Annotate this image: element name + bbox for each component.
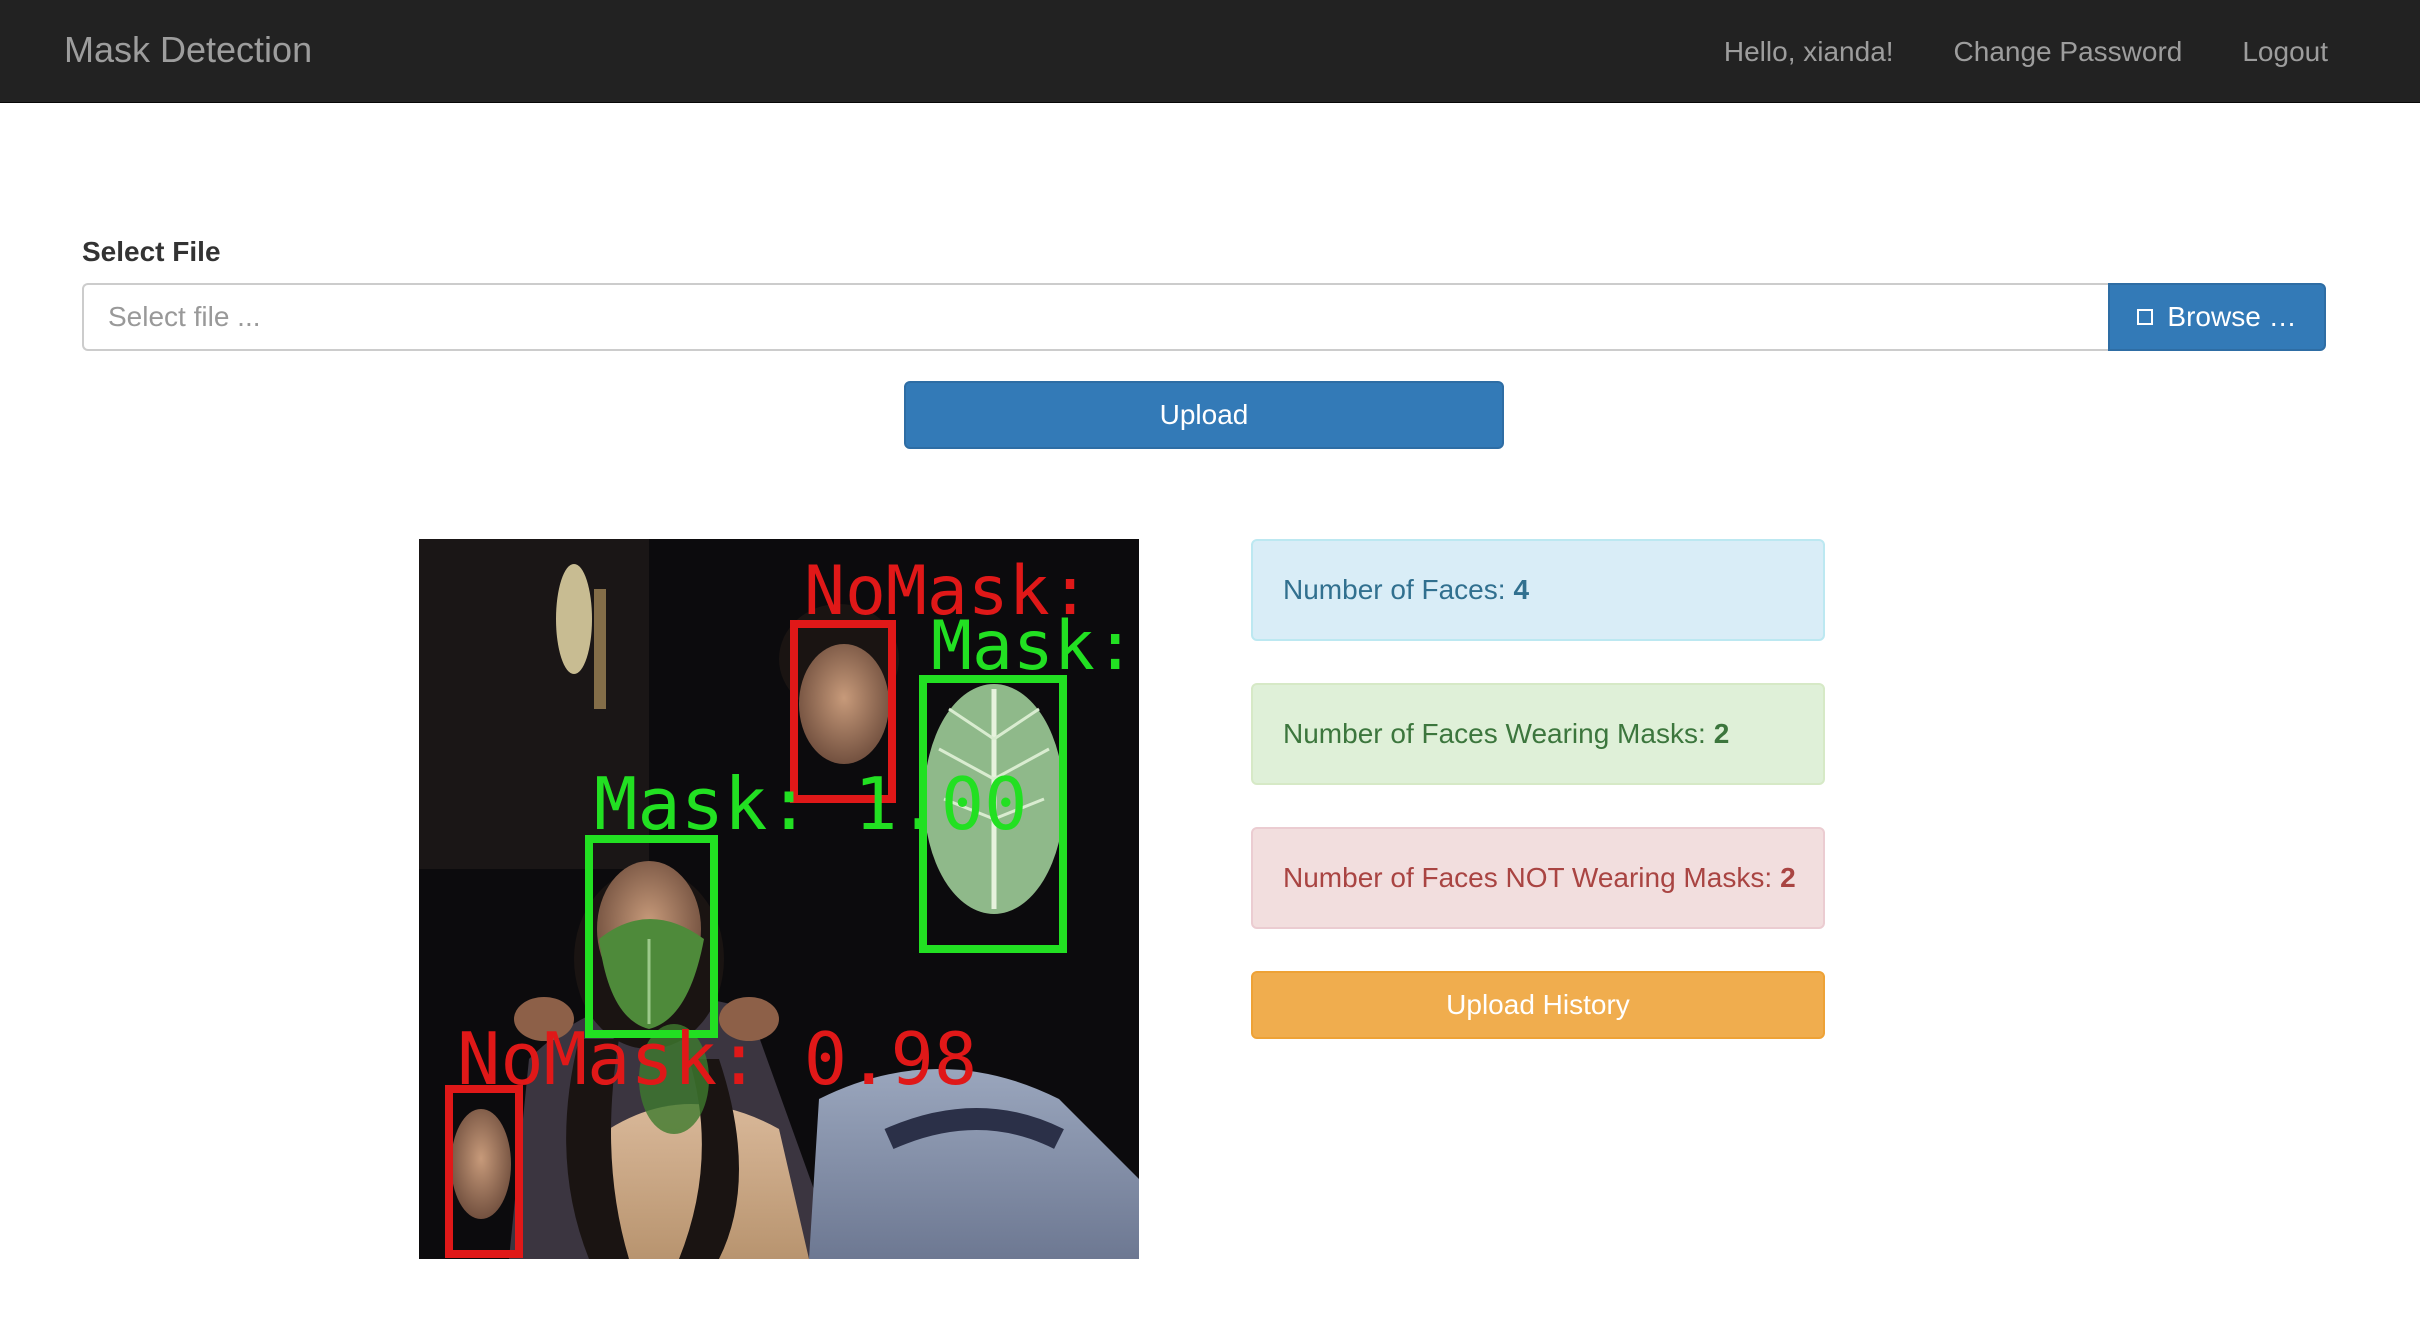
- mask-count-label: Number of Faces Wearing Masks:: [1283, 718, 1706, 749]
- detection-photo: NoMask: Mask: Mask: 1.00 NoMask: 0.98: [419, 539, 1139, 1259]
- select-file-label: Select File: [82, 236, 221, 267]
- nav-right-menu: Hello, xianda! Change Password Logout: [1664, 0, 2328, 103]
- upload-history-button[interactable]: Upload History: [1251, 971, 1825, 1039]
- mask-count-value: 2: [1713, 718, 1730, 749]
- top-navbar: Mask Detection Hello, xianda! Change Pas…: [0, 0, 2420, 103]
- brand-link[interactable]: Mask Detection: [64, 0, 312, 103]
- label-mask-center: Mask: 1.00: [594, 762, 1027, 846]
- nomask-count-alert: Number of Faces NOT Wearing Masks: 2: [1251, 827, 1825, 929]
- folder-icon: [2137, 309, 2154, 325]
- detection-result-image: NoMask: Mask: Mask: 1.00 NoMask: 0.98: [419, 539, 1139, 1259]
- mask-count-alert: Number of Faces Wearing Masks: 2: [1251, 683, 1825, 785]
- file-input-group: Browse …: [82, 283, 2326, 351]
- upload-button[interactable]: Upload: [904, 381, 1504, 449]
- change-password-link[interactable]: Change Password: [1954, 36, 2183, 68]
- greeting-link[interactable]: Hello, xianda!: [1724, 36, 1894, 68]
- file-path-input[interactable]: [82, 283, 2108, 351]
- label-nomask-bottom: NoMask: 0.98: [457, 1017, 977, 1101]
- faces-count-label: Number of Faces:: [1283, 574, 1506, 605]
- logout-link[interactable]: Logout: [2242, 36, 2328, 68]
- label-mask-right: Mask:: [931, 607, 1136, 686]
- nomask-count-value: 2: [1780, 862, 1796, 893]
- browse-button-label: Browse …: [2167, 301, 2297, 332]
- faces-count-alert: Number of Faces: 4: [1251, 539, 1825, 641]
- faces-count-value: 4: [1513, 574, 1530, 605]
- nomask-count-label: Number of Faces NOT Wearing Masks:: [1283, 862, 1773, 893]
- browse-button[interactable]: Browse …: [2108, 283, 2326, 351]
